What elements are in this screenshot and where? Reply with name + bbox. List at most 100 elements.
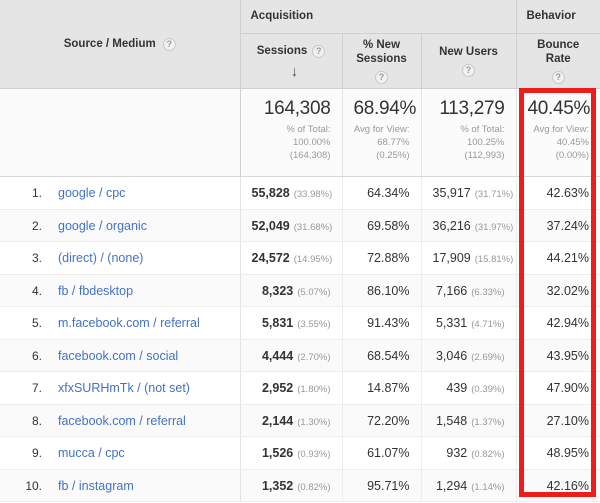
summary-sessions-line3: (164,308) xyxy=(289,150,331,162)
row-bounce-rate-value: 47.90% xyxy=(546,381,589,395)
row-pct-new-sessions-value: 86.10% xyxy=(367,283,410,298)
row-new-users-cell: 17,909 (15.81%) xyxy=(421,241,517,275)
row-sessions-percent: (1.80%) xyxy=(297,384,331,395)
row-dimension-cell: 9. mucca / cpc xyxy=(0,436,241,470)
table-row[interactable]: 9. mucca / cpc 1,526 (0.93%) 61.07% 932 (0.82%… xyxy=(0,436,600,470)
row-pct-new-sessions-value: 68.54% xyxy=(367,348,410,363)
row-new-users-cell: 3,046 (2.69%) xyxy=(421,339,517,373)
source-medium-link[interactable]: xfxSURHmTk / (not set) xyxy=(58,381,190,395)
row-sessions-cell: 24,572 (14.95%) xyxy=(240,241,343,275)
row-bounce-rate-cell: 42.94% xyxy=(516,306,600,340)
row-pct-new-sessions-cell: 72.88% xyxy=(342,241,422,275)
summary-bounce-rate-line3: (0.00%) xyxy=(555,150,589,162)
row-pct-new-sessions-value: 72.20% xyxy=(367,413,410,428)
row-pct-new-sessions-value: 91.43% xyxy=(367,316,410,330)
row-sessions-percent: (33.98%) xyxy=(293,189,333,200)
source-medium-link[interactable]: fb / fbdesktop xyxy=(58,284,133,298)
help-icon[interactable]: ? xyxy=(312,44,326,58)
source-medium-link[interactable]: facebook.com / referral xyxy=(58,414,186,428)
row-sessions-cell: 5,831 (3.55%) xyxy=(240,306,343,340)
table-row[interactable]: 10. fb / instagram 1,352 (0.82%) 95.71% 1,294… xyxy=(0,469,600,503)
source-medium-link[interactable]: mucca / cpc xyxy=(58,446,125,460)
table-row[interactable]: 5. m.facebook.com / referral 5,831 (3.55%) 9… xyxy=(0,306,600,340)
row-sessions-cell: 4,444 (2.70%) xyxy=(240,339,343,373)
row-bounce-rate-cell: 43.95% xyxy=(516,339,600,373)
row-index: 2. xyxy=(31,218,42,233)
summary-sessions-cell: 164,308 % of Total: 100.00% (164,308) xyxy=(240,88,343,178)
row-sessions-value: 1,526 xyxy=(261,446,294,460)
row-bounce-rate-value: 48.95% xyxy=(546,446,589,460)
row-new-users-cell: 7,166 (6.33%) xyxy=(421,274,517,308)
row-pct-new-sessions-value: 95.71% xyxy=(367,478,410,493)
row-pct-new-sessions-value: 14.87% xyxy=(367,381,410,395)
table-row[interactable]: 6. facebook.com / social 4,444 (2.70%) 68.54… xyxy=(0,339,600,373)
row-sessions-percent: (31.68%) xyxy=(293,221,333,233)
help-icon[interactable]: ? xyxy=(375,71,388,85)
row-index: 4. xyxy=(31,283,42,298)
column-header-pct-new-sessions[interactable]: % New Sessions ? xyxy=(342,33,422,90)
column-header-new-users-label: New Users xyxy=(439,45,498,58)
help-icon[interactable]: ? xyxy=(162,37,176,51)
row-dimension-cell: 2. google / organic xyxy=(0,209,241,243)
row-index: 10. xyxy=(25,478,42,493)
help-icon[interactable]: ? xyxy=(462,64,475,78)
source-medium-link[interactable]: facebook.com / social xyxy=(58,349,178,363)
row-dimension-cell: 10. fb / instagram xyxy=(0,469,241,503)
source-medium-link[interactable]: m.facebook.com / referral xyxy=(58,316,200,330)
summary-pct-new-sessions-line2: 68.77% xyxy=(377,137,410,149)
group-header-acquisition: Acquisition xyxy=(240,0,517,34)
row-bounce-rate-cell: 27.10% xyxy=(516,404,600,438)
row-new-users-percent: (6.33%) xyxy=(471,286,505,298)
source-medium-link[interactable]: fb / instagram xyxy=(58,479,134,493)
row-new-users-cell: 932 (0.82%) xyxy=(421,436,517,470)
table-row[interactable]: 1. google / cpc 55,828 (33.98%) 64.34% 35,917… xyxy=(0,176,600,210)
row-pct-new-sessions-cell: 64.34% xyxy=(342,176,422,210)
source-medium-link[interactable]: google / organic xyxy=(58,219,147,233)
row-new-users-percent: (15.81%) xyxy=(474,254,514,265)
row-dimension-cell: 7. xfxSURHmTk / (not set) xyxy=(0,371,241,405)
source-medium-link[interactable]: (direct) / (none) xyxy=(58,251,143,265)
row-new-users-value: 1,548 xyxy=(435,413,468,428)
table-row[interactable]: 8. facebook.com / referral 2,144 (1.30%) 72.… xyxy=(0,404,600,438)
table-header: Source / Medium ? Acquisition Behavior S… xyxy=(0,0,600,90)
column-header-sessions[interactable]: Sessions ? ↓ xyxy=(240,33,343,90)
group-header-row: Source / Medium ? Acquisition Behavior xyxy=(0,0,600,90)
row-dimension-cell: 3. (direct) / (none) xyxy=(0,241,241,275)
row-new-users-cell: 1,548 (1.37%) xyxy=(421,404,517,438)
row-sessions-value: 55,828 xyxy=(251,186,290,200)
analytics-table-screen: Source / Medium ? Acquisition Behavior S… xyxy=(0,0,600,503)
dimension-header-cell[interactable]: Source / Medium ? xyxy=(0,0,241,90)
row-dimension-cell: 5. m.facebook.com / referral xyxy=(0,306,241,340)
column-header-bounce-rate-label: Bounce Rate xyxy=(537,38,580,65)
source-medium-table: Source / Medium ? Acquisition Behavior S… xyxy=(0,0,600,503)
row-new-users-value: 36,216 xyxy=(432,218,471,233)
row-index: 7. xyxy=(31,381,42,395)
row-pct-new-sessions-cell: 86.10% xyxy=(342,274,422,308)
row-new-users-cell: 5,331 (4.71%) xyxy=(421,306,517,340)
row-new-users-cell: 36,216 (31.97%) xyxy=(421,209,517,243)
summary-row: 164,308 % of Total: 100.00% (164,308) 68… xyxy=(0,88,600,178)
row-sessions-value: 2,952 xyxy=(261,381,294,395)
column-header-new-users[interactable]: New Users ? xyxy=(421,33,517,90)
source-medium-link[interactable]: google / cpc xyxy=(58,186,125,200)
help-icon[interactable]: ? xyxy=(551,71,565,85)
row-bounce-rate-cell: 37.24% xyxy=(516,209,600,243)
row-dimension-cell: 8. facebook.com / referral xyxy=(0,404,241,438)
row-new-users-value: 1,294 xyxy=(435,478,468,493)
row-bounce-rate-cell: 32.02% xyxy=(516,274,600,308)
row-new-users-percent: (1.14%) xyxy=(471,481,505,493)
table-row[interactable]: 7. xfxSURHmTk / (not set) 2,952 (1.80%) 14.8… xyxy=(0,371,600,405)
table-row[interactable]: 3. (direct) / (none) 24,572 (14.95%) 72.88% 1… xyxy=(0,241,600,275)
sort-descending-arrow-icon[interactable]: ↓ xyxy=(291,64,298,78)
row-sessions-percent: (0.93%) xyxy=(297,449,331,460)
row-sessions-cell: 8,323 (5.07%) xyxy=(240,274,343,308)
table-row[interactable]: 4. fb / fbdesktop 8,323 (5.07%) 86.10% 7,166(… xyxy=(0,274,600,308)
dimension-header-label: Source / Medium xyxy=(63,38,156,51)
column-header-bounce-rate[interactable]: Bounce Rate ? xyxy=(516,33,600,90)
table-row[interactable]: 2. google / organic 52,049 (31.68%) 69.58% 36… xyxy=(0,209,600,243)
row-sessions-percent: (0.82%) xyxy=(297,481,331,493)
row-bounce-rate-value: 42.63% xyxy=(546,186,589,200)
row-sessions-value: 5,831 xyxy=(261,316,294,330)
summary-new-users-line2: 100.25% xyxy=(466,137,505,149)
row-bounce-rate-cell: 48.95% xyxy=(516,436,600,470)
